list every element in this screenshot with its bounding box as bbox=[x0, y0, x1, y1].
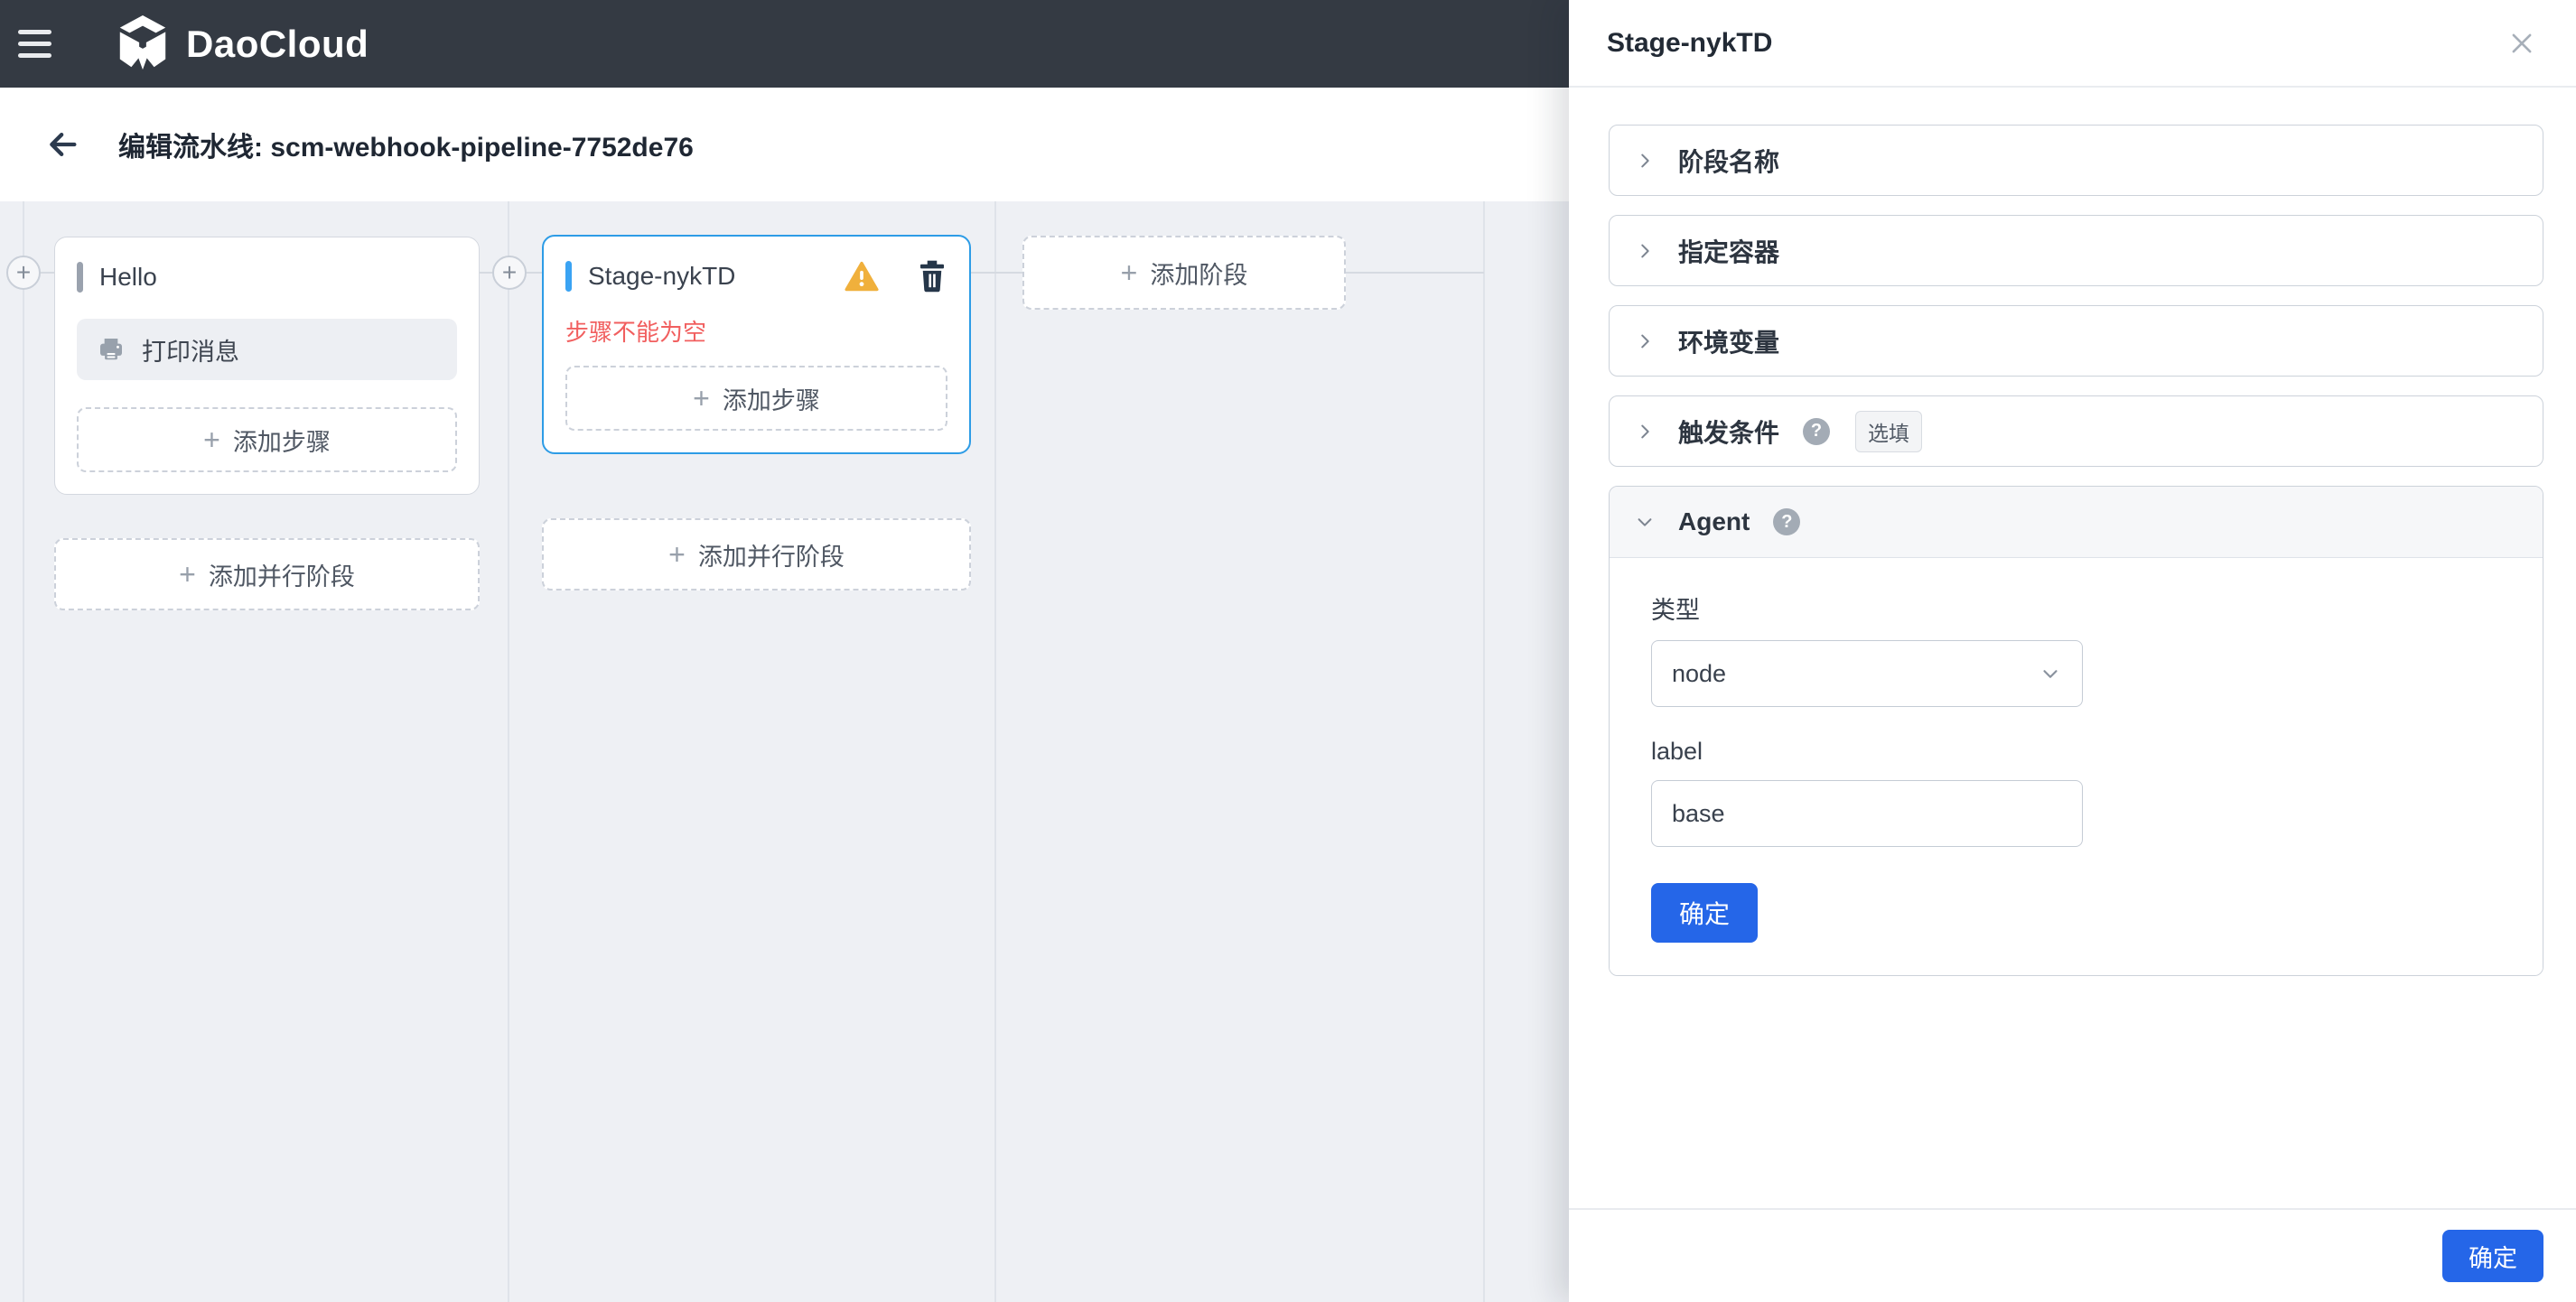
step-item-print-message[interactable]: 打印消息 bbox=[77, 319, 457, 380]
flow-guide-line bbox=[23, 201, 24, 1302]
section-agent: Agent ? 类型 node label 确定 bbox=[1609, 486, 2543, 976]
stage-title-row: Hello bbox=[77, 259, 457, 295]
plus-icon: + bbox=[693, 382, 710, 414]
hamburger-menu-icon[interactable] bbox=[18, 19, 69, 70]
agent-label-input[interactable] bbox=[1651, 780, 2083, 847]
close-icon bbox=[2512, 33, 2532, 52]
back-arrow-icon bbox=[50, 133, 77, 156]
plus-icon: + bbox=[1120, 256, 1138, 289]
drawer-close-button[interactable] bbox=[2504, 25, 2540, 61]
brand-name: DaoCloud bbox=[186, 22, 369, 65]
stage-title-row: Stage-nykTD bbox=[565, 258, 947, 294]
add-parallel-label: 添加并行阶段 bbox=[697, 543, 845, 571]
stage-accent-bar bbox=[77, 262, 83, 293]
stage-accent-bar bbox=[565, 261, 572, 292]
drawer-confirm-button[interactable]: 确定 bbox=[2442, 1230, 2543, 1282]
drawer-title: Stage-nykTD bbox=[1607, 27, 1773, 58]
help-icon[interactable]: ? bbox=[1803, 417, 1831, 445]
chevron-down-icon bbox=[1638, 518, 1652, 526]
warning-icon bbox=[845, 261, 879, 292]
connector-line bbox=[1346, 272, 1484, 274]
agent-label-label: label bbox=[1651, 738, 1703, 765]
add-step-button[interactable]: + 添加步骤 bbox=[77, 407, 457, 472]
drawer-header: Stage-nykTD bbox=[1569, 0, 2576, 88]
column-divider bbox=[1483, 201, 1485, 1302]
chevron-right-icon bbox=[1641, 153, 1649, 167]
insert-stage-plus-button[interactable]: + bbox=[6, 256, 41, 290]
agent-form: 类型 node label 确定 bbox=[1610, 558, 2543, 975]
printer-icon bbox=[100, 339, 122, 360]
add-parallel-label: 添加并行阶段 bbox=[208, 563, 355, 591]
drawer-body: 阶段名称 指定容器 环境变量 触发条件 ? 选填 Agent ? 类型 node… bbox=[1569, 88, 2576, 976]
plus-icon: + bbox=[15, 258, 32, 286]
plus-icon: + bbox=[179, 558, 196, 591]
stage-error-message: 步骤不能为空 bbox=[565, 319, 707, 346]
stage-name: Hello bbox=[99, 263, 157, 291]
stage-card-stage-nyktd[interactable]: Stage-nykTD 步骤不能为空 + 添加步骤 bbox=[542, 235, 971, 454]
page-title: 编辑流水线: scm-webhook-pipeline-7752de76 bbox=[118, 133, 694, 163]
daocloud-logo-icon bbox=[119, 14, 166, 70]
section-label: 阶段名称 bbox=[1678, 147, 1780, 176]
help-icon[interactable]: ? bbox=[1773, 508, 1801, 535]
add-stage-button[interactable]: + 添加阶段 bbox=[1022, 236, 1346, 310]
step-label: 打印消息 bbox=[142, 338, 239, 366]
add-step-label: 添加步骤 bbox=[722, 386, 820, 414]
connector-line bbox=[971, 272, 1022, 274]
section-label: 触发条件 bbox=[1678, 418, 1780, 447]
chevron-right-icon bbox=[1641, 244, 1649, 257]
section-stage-name[interactable]: 阶段名称 bbox=[1609, 125, 2543, 196]
add-step-button[interactable]: + 添加步骤 bbox=[565, 366, 947, 431]
section-label: 环境变量 bbox=[1678, 328, 1780, 357]
add-parallel-stage-button[interactable]: + 添加并行阶段 bbox=[54, 538, 480, 610]
agent-type-label: 类型 bbox=[1651, 597, 1700, 624]
stage-name: Stage-nykTD bbox=[588, 262, 736, 290]
back-button[interactable] bbox=[41, 123, 84, 166]
agent-section-header[interactable]: Agent ? bbox=[1610, 487, 2543, 558]
trash-icon bbox=[919, 260, 945, 293]
agent-confirm-button[interactable]: 确定 bbox=[1651, 883, 1759, 943]
agent-type-select[interactable]: node bbox=[1651, 640, 2083, 707]
plus-icon: + bbox=[501, 258, 518, 286]
section-container[interactable]: 指定容器 bbox=[1609, 215, 2543, 286]
optional-badge: 选填 bbox=[1855, 410, 1923, 452]
stage-settings-drawer: Stage-nykTD 阶段名称 指定容器 环境变量 触发条件 ? 选填 Age… bbox=[1569, 0, 2576, 1302]
chevron-down-icon bbox=[2043, 670, 2058, 678]
column-divider bbox=[508, 201, 509, 1302]
section-trigger-condition[interactable]: 触发条件 ? 选填 bbox=[1609, 395, 2543, 467]
add-step-label: 添加步骤 bbox=[232, 428, 331, 456]
section-env-vars[interactable]: 环境变量 bbox=[1609, 305, 2543, 377]
stage-card-hello[interactable]: Hello 打印消息 + 添加步骤 bbox=[54, 237, 480, 495]
add-parallel-stage-button[interactable]: + 添加并行阶段 bbox=[542, 518, 971, 591]
delete-stage-button[interactable] bbox=[917, 260, 947, 293]
section-label: Agent bbox=[1678, 507, 1750, 535]
insert-stage-plus-button[interactable]: + bbox=[492, 256, 527, 290]
add-stage-label: 添加阶段 bbox=[1150, 261, 1248, 289]
pipeline-editor-app: DaoCloud 编辑流水线: scm-webhook-pipeline-775… bbox=[0, 0, 2576, 1302]
section-label: 指定容器 bbox=[1678, 237, 1780, 266]
column-divider bbox=[994, 201, 996, 1302]
chevron-right-icon bbox=[1641, 424, 1649, 438]
plus-icon: + bbox=[668, 538, 686, 571]
chevron-right-icon bbox=[1641, 334, 1649, 348]
drawer-footer: 确定 bbox=[1569, 1208, 2576, 1302]
agent-type-value: node bbox=[1672, 659, 1727, 687]
plus-icon: + bbox=[203, 423, 220, 456]
brand: DaoCloud bbox=[116, 14, 369, 73]
